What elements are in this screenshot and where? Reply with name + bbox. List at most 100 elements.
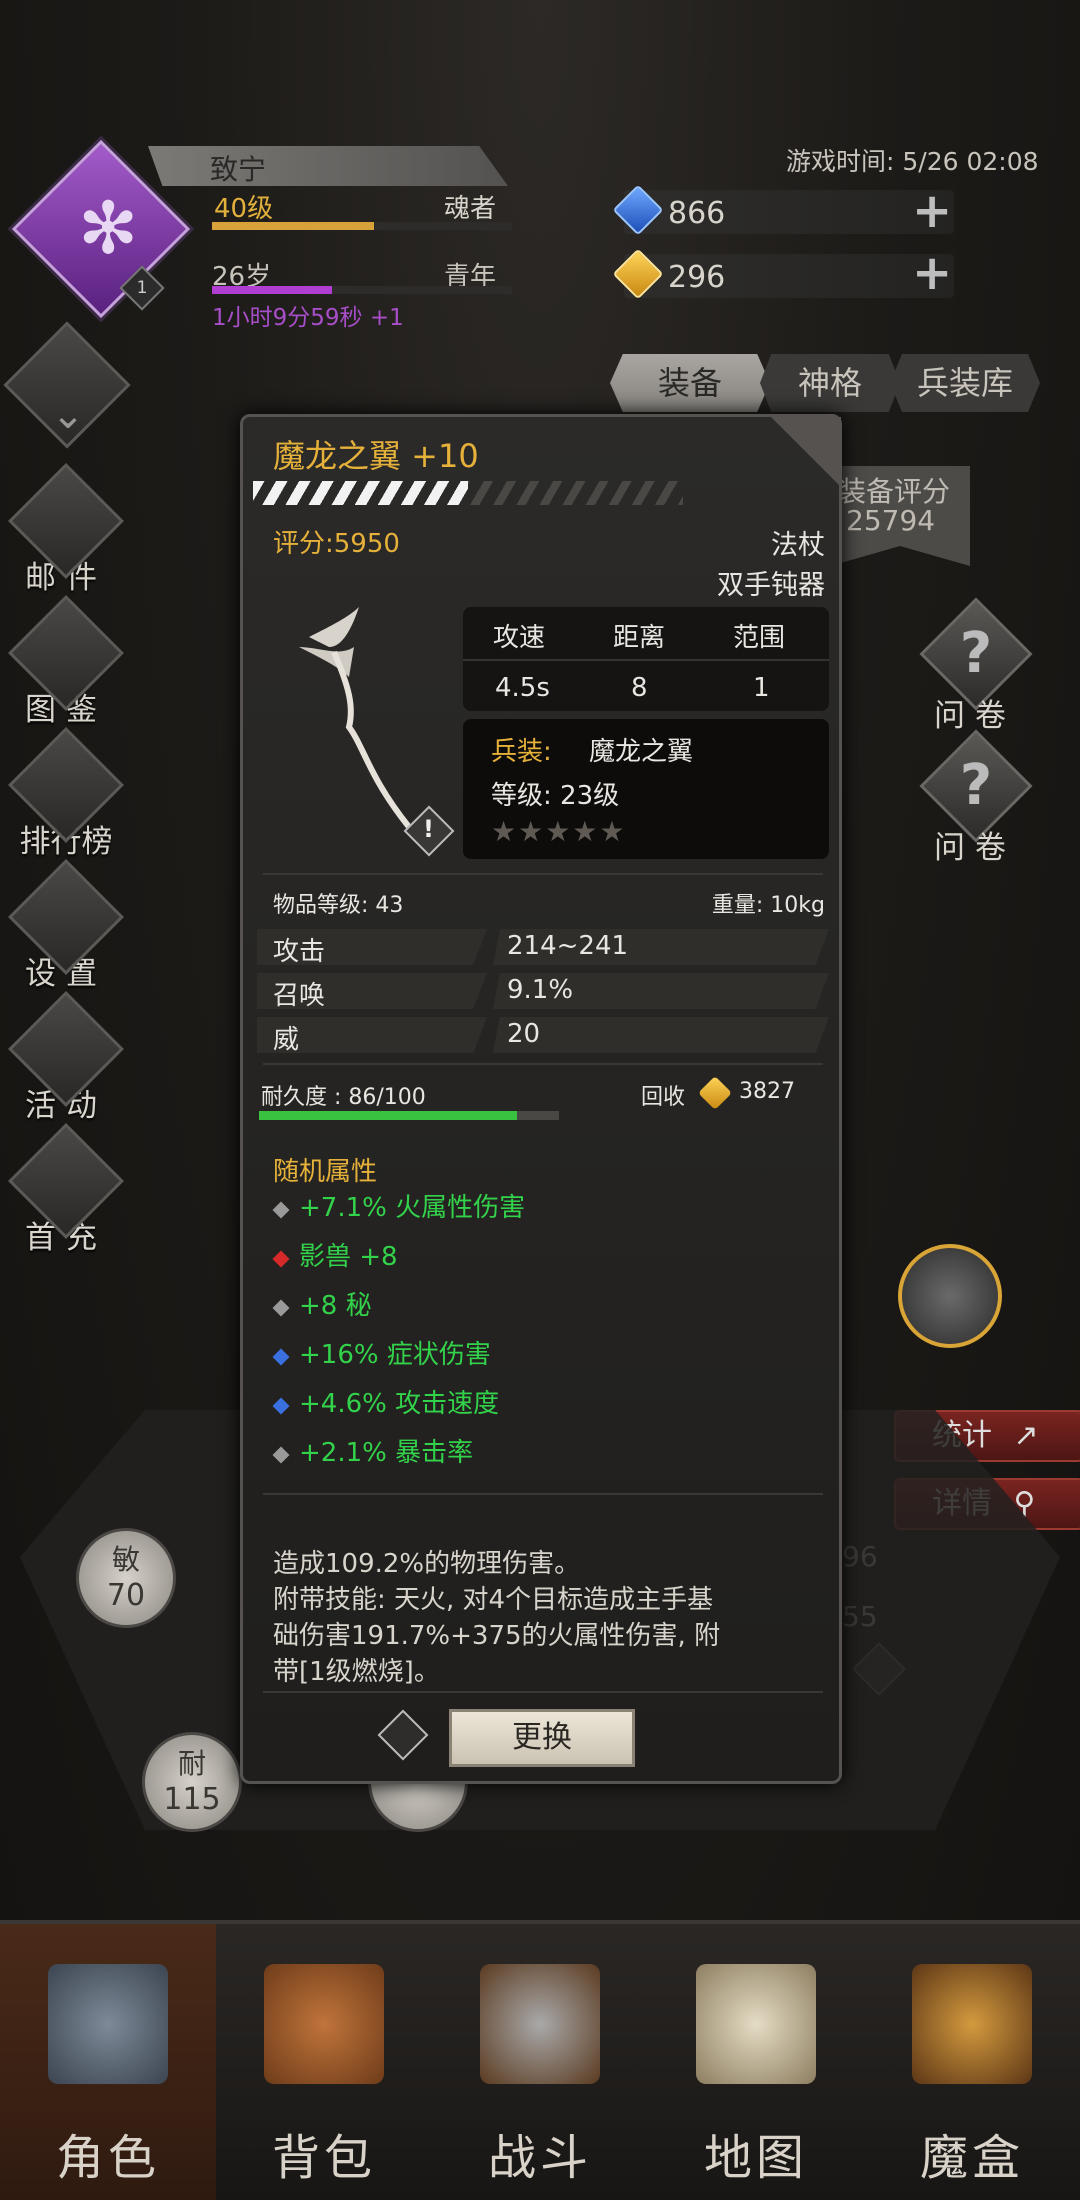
equip-score-value: 25794 [846, 504, 936, 537]
random-attr-text: +7.1% 火属性伤害 [299, 1193, 526, 1223]
random-attr-text: +2.1% 暴击率 [299, 1438, 474, 1468]
desc-line-4: 带[1级燃烧]。 [273, 1657, 440, 1687]
attr-name: 攻击 [273, 937, 326, 967]
tab-equipment[interactable]: 装备 [610, 354, 770, 412]
bingzhuang-label: 兵装: [491, 737, 552, 767]
enhance-bar [253, 481, 683, 505]
nav-backpack[interactable]: 背包 [216, 1924, 432, 2200]
bingzhuang-name: 魔龙之翼 [589, 737, 694, 767]
random-attrs-title: 随机属性 [273, 1157, 378, 1187]
blue-gem-count: 866 [668, 196, 726, 231]
random-attr-text: 影兽 +8 [299, 1242, 398, 1272]
item-name: 魔龙之翼 +10 [273, 437, 479, 475]
nav-map-label: 地图 [703, 2130, 808, 2186]
random-attr-text: +16% 症状伤害 [299, 1340, 491, 1370]
stat-endurance: 耐 115 [142, 1732, 242, 1832]
attr-row-attack: 攻击 214~241 [257, 929, 829, 967]
stat-header-speed: 攻速 [493, 623, 546, 653]
durability-bar-fill [259, 1111, 517, 1120]
menu-first-recharge[interactable]: 首充 [6, 1123, 126, 1257]
helmet-icon [48, 1964, 168, 2084]
nav-character[interactable]: 角色 [0, 1924, 216, 2200]
menu-event[interactable]: 活动 [6, 991, 126, 1125]
magic-box-icon [912, 1964, 1032, 2084]
divider [263, 873, 823, 875]
attr-name: 召唤 [273, 981, 326, 1011]
durability-label: 耐久度 : 86/100 [261, 1085, 426, 1110]
tab-divinity[interactable]: 神格 [760, 354, 900, 412]
nav-battle[interactable]: 战斗 [432, 1924, 648, 2200]
chevron-down-icon: ⌄ [51, 392, 85, 438]
stat-value-area: 1 [753, 673, 770, 703]
random-attrs-list: +7.1% 火属性伤害 影兽 +8 +8 秘 +16% 症状伤害 +4.6% 攻击速度 +… [272, 1187, 815, 1481]
bingzhuang-box: 兵装: 魔龙之翼 等级: 23级 ★★★★★ [463, 719, 829, 859]
bingzhuang-grade: 等级: 23级 [491, 781, 620, 811]
enhance-bar-fill [253, 481, 468, 505]
age-timer: 1小时9分59秒 +1 [212, 305, 404, 331]
level-bar-fill [212, 222, 374, 230]
item-type: 法杖 [771, 530, 825, 561]
desc-line-2: 附带技能: 天火, 对4个目标造成主手基 [273, 1585, 714, 1615]
divider [263, 1493, 823, 1495]
nav-character-label: 角色 [55, 2130, 160, 2186]
random-attr-row: +2.1% 暴击率 [272, 1432, 815, 1481]
share-icon[interactable] [377, 1709, 429, 1761]
game-time: 游戏时间: 5/26 02:08 [786, 147, 1039, 176]
bottom-nav: 角色 背包 战斗 地图 魔盒 [0, 1920, 1080, 2200]
random-attr-row: +4.6% 攻击速度 [272, 1383, 815, 1432]
scroll-map-icon [696, 1964, 816, 2084]
age-bar [212, 286, 512, 294]
player-level: 40级 [214, 194, 274, 224]
random-attr-row: +7.1% 火属性伤害 [272, 1187, 815, 1236]
menu-codex[interactable]: 图鉴 [6, 595, 126, 729]
nav-magic-box[interactable]: 魔盒 [864, 1924, 1080, 2200]
item-subtype: 双手钝器 [717, 570, 825, 601]
recycle-label: 回收 [641, 1085, 686, 1110]
backpack-icon [264, 1964, 384, 2084]
menu-mail[interactable]: 邮件 [6, 463, 126, 597]
item-level: 物品等级: 43 [273, 893, 404, 918]
level-bar [212, 222, 512, 230]
random-attr-text: +8 秘 [299, 1291, 372, 1321]
nav-map[interactable]: 地图 [648, 1924, 864, 2200]
add-blue-gem-button[interactable]: + [912, 187, 952, 235]
random-attr-row: +16% 症状伤害 [272, 1334, 815, 1383]
gold-gem-icon [698, 1076, 732, 1110]
divider [463, 659, 829, 661]
attr-value: 20 [507, 1019, 541, 1049]
divider [263, 1063, 823, 1065]
nav-battle-label: 战斗 [487, 2130, 592, 2186]
menu-settings[interactable]: 设置 [6, 859, 126, 993]
warning-glyph: ! [423, 815, 434, 843]
player-title: 魂者 [444, 194, 497, 224]
stat-agility: 敏 70 [76, 1528, 176, 1628]
name-banner [148, 146, 508, 186]
durability-bar [259, 1111, 559, 1120]
stat-header-area: 范围 [733, 623, 786, 653]
age-bar-fill [212, 286, 332, 294]
attr-value: 214~241 [507, 931, 629, 961]
tab-armory[interactable]: 兵装库 [890, 354, 1040, 412]
stat-value-range: 8 [631, 673, 648, 703]
lock-icon[interactable] [771, 417, 841, 487]
item-weight: 重量: 10kg [711, 893, 825, 918]
attr-quality-dot-icon [272, 1348, 290, 1366]
stat-header-range: 距离 [613, 623, 666, 653]
add-gold-gem-button[interactable]: + [912, 249, 952, 297]
attr-quality-dot-icon [272, 1299, 290, 1317]
question-icon: ? [959, 621, 993, 686]
random-attr-row: +8 秘 [272, 1285, 815, 1334]
desc-line-1: 造成109.2%的物理伤害。 [273, 1549, 581, 1579]
menu-ranking[interactable]: 排行榜 [6, 727, 126, 861]
replace-button[interactable]: 更换 [449, 1709, 635, 1767]
guild-emblem-icon[interactable] [898, 1244, 1002, 1348]
item-detail-popup: 魔龙之翼 +10 评分:5950 法杖 双手钝器 ! 攻速 距离 范围 4.5s… [240, 414, 842, 1784]
random-attr-row: 影兽 +8 [272, 1236, 815, 1285]
attr-value: 9.1% [507, 975, 574, 1005]
stat-value-speed: 4.5s [495, 673, 550, 703]
attr-row-might: 威 20 [257, 1017, 829, 1055]
combat-stats-box: 攻速 距离 范围 4.5s 8 1 [463, 607, 829, 711]
sword-shield-icon [480, 1964, 600, 2084]
item-score: 评分:5950 [273, 529, 400, 559]
random-attr-text: +4.6% 攻击速度 [299, 1389, 500, 1419]
